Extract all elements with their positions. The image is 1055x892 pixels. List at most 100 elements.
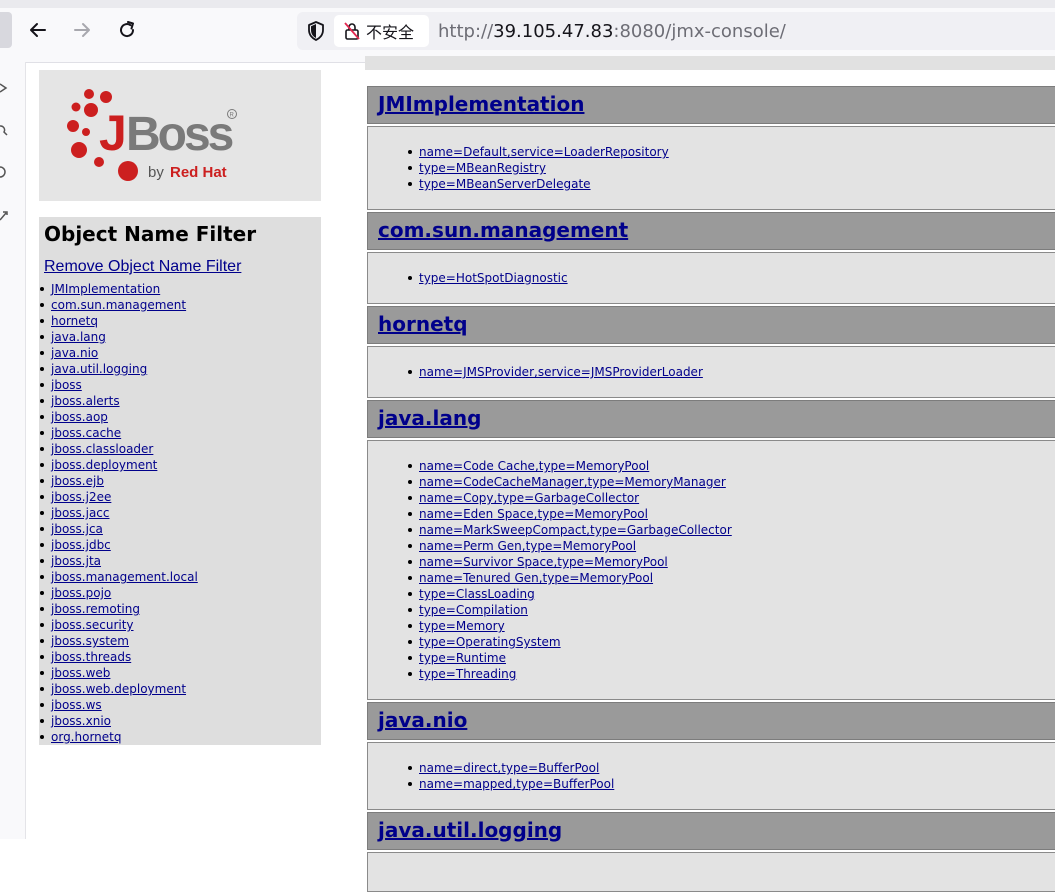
domain-filter-link[interactable]: jboss.jdbc xyxy=(51,538,111,552)
mbean-link[interactable]: name=Copy,type=GarbageCollector xyxy=(419,491,639,505)
domain-filter-link[interactable]: jboss.xnio xyxy=(51,714,111,728)
forward-button[interactable] xyxy=(66,14,98,46)
mbean-link[interactable]: name=mapped,type=BufferPool xyxy=(419,777,614,791)
domain-section-title[interactable]: java.nio xyxy=(378,708,467,732)
domain-section-header: com.sun.management xyxy=(367,212,1055,250)
domain-filter-link[interactable]: jboss.web.deployment xyxy=(51,682,186,696)
domain-filter-item: org.hornetq xyxy=(40,729,198,745)
domain-filter-item: jboss.ws xyxy=(40,697,198,713)
mbean-link[interactable]: name=Survivor Space,type=MemoryPool xyxy=(419,555,668,569)
domain-filter-link[interactable]: jboss.security xyxy=(51,618,134,632)
domain-section: JMImplementation name=Default,service=Loa… xyxy=(367,86,1055,210)
domain-filter-item: jboss.j2ee xyxy=(40,489,198,505)
mbean-link[interactable]: name=MarkSweepCompact,type=GarbageCollec… xyxy=(419,523,732,537)
svg-text:J: J xyxy=(99,105,124,161)
mbean-link[interactable]: type=HotSpotDiagnostic xyxy=(419,271,568,285)
domain-filter-item: jboss.remoting xyxy=(40,601,198,617)
mbean-link[interactable]: name=Perm Gen,type=MemoryPool xyxy=(419,539,636,553)
domain-section-title[interactable]: java.lang xyxy=(378,406,481,430)
domain-filter-link[interactable]: jboss.web xyxy=(51,666,110,680)
domain-section: hornetq name=JMSProvider,service=JMSProvi… xyxy=(367,306,1055,398)
mbean-item: name=CodeCacheManager,type=MemoryManager xyxy=(408,474,732,490)
domain-section-title[interactable]: com.sun.management xyxy=(378,218,628,242)
mbean-link[interactable]: name=CodeCacheManager,type=MemoryManager xyxy=(419,475,726,489)
domain-filter-link[interactable]: jboss.classloader xyxy=(51,442,153,456)
domain-filter-item: jboss.jdbc xyxy=(40,537,198,553)
domain-section-title[interactable]: JMImplementation xyxy=(378,92,584,116)
mbean-item: name=Code Cache,type=MemoryPool xyxy=(408,458,732,474)
url-text[interactable]: http://39.105.47.83:8080/jmx-console/ xyxy=(438,21,786,42)
domain-filter-item: jboss.web xyxy=(40,665,198,681)
arrow-left-icon xyxy=(30,23,46,37)
domain-filter-item: jboss.cache xyxy=(40,425,198,441)
domain-filter-link[interactable]: jboss.j2ee xyxy=(51,490,111,504)
domain-filter-link[interactable]: jboss.jacc xyxy=(51,506,110,520)
mbean-link[interactable]: type=Threading xyxy=(419,667,516,681)
mbean-link[interactable]: type=Compilation xyxy=(419,603,528,617)
domain-filter-link[interactable]: jboss.aop xyxy=(51,410,108,424)
domain-filter-link[interactable]: java.util.logging xyxy=(51,362,147,376)
mbean-link[interactable]: type=Runtime xyxy=(419,651,506,665)
domain-filter-link[interactable]: org.hornetq xyxy=(51,730,121,744)
domain-filter-link[interactable]: jboss.management.local xyxy=(51,570,198,584)
domain-filter-link[interactable]: jboss.pojo xyxy=(51,586,111,600)
mbean-link[interactable]: type=ClassLoading xyxy=(419,587,535,601)
domain-filter-item: jboss.deployment xyxy=(40,457,198,473)
domain-filter-link[interactable]: jboss.threads xyxy=(51,650,131,664)
domain-filter-link[interactable]: jboss.alerts xyxy=(51,394,120,408)
mbean-item: type=MBeanServerDelegate xyxy=(408,176,669,192)
mbean-link[interactable]: type=Memory xyxy=(419,619,505,633)
domain-section: java.lang name=Code Cache,type=MemoryPool… xyxy=(367,400,1055,700)
reload-button[interactable] xyxy=(111,14,143,46)
mbean-link[interactable]: name=Default,service=LoaderRepository xyxy=(419,145,669,159)
domain-filter-link[interactable]: java.nio xyxy=(51,346,98,360)
domain-filter-link[interactable]: JMImplementation xyxy=(51,282,160,296)
domain-section-body: name=Default,service=LoaderRepository typ… xyxy=(367,126,1055,210)
mbean-link[interactable]: name=direct,type=BufferPool xyxy=(419,761,599,775)
shield-icon[interactable] xyxy=(304,19,328,43)
remove-filter-link[interactable]: Remove Object Name Filter xyxy=(44,258,241,276)
mbean-link[interactable]: type=OperatingSystem xyxy=(419,635,561,649)
domain-filter-link[interactable]: java.lang xyxy=(51,330,106,344)
mbean-item: name=Copy,type=GarbageCollector xyxy=(408,490,732,506)
url-path: :8080/jmx-console/ xyxy=(613,21,786,42)
mbean-link[interactable]: type=MBeanServerDelegate xyxy=(419,177,591,191)
domain-filter-link[interactable]: jboss.deployment xyxy=(51,458,157,472)
mbean-link[interactable]: name=Tenured Gen,type=MemoryPool xyxy=(419,571,653,585)
domain-filter-link[interactable]: jboss.ejb xyxy=(51,474,104,488)
domain-filter-link[interactable]: jboss.remoting xyxy=(51,602,140,616)
sidebar-arrow-icon[interactable] xyxy=(0,82,8,94)
domain-filter-link[interactable]: jboss.jca xyxy=(51,522,103,536)
domain-section-header: java.nio xyxy=(367,702,1055,740)
sidebar-tools-icon[interactable] xyxy=(0,210,8,222)
site-security-button[interactable]: 不安全 xyxy=(334,15,429,47)
domain-filter-item: jboss.jca xyxy=(40,521,198,537)
domain-section-title[interactable]: hornetq xyxy=(378,312,468,336)
domain-filter-link[interactable]: com.sun.management xyxy=(51,298,186,312)
address-bar[interactable]: 不安全 http://39.105.47.83:8080/jmx-console… xyxy=(297,12,1055,50)
domain-section-body: name=JMSProvider,service=JMSProviderLoad… xyxy=(367,346,1055,398)
domain-filter-link[interactable]: jboss.system xyxy=(51,634,129,648)
reload-icon xyxy=(120,21,135,38)
domain-section-title[interactable]: java.util.logging xyxy=(378,818,562,842)
mbean-item: name=Eden Space,type=MemoryPool xyxy=(408,506,732,522)
domain-filter-link[interactable]: hornetq xyxy=(51,314,98,328)
back-button[interactable] xyxy=(22,14,54,46)
domain-filter-link[interactable]: jboss.cache xyxy=(51,426,121,440)
mbean-item: name=JMSProvider,service=JMSProviderLoad… xyxy=(408,364,703,380)
mbean-item: type=Runtime xyxy=(408,650,732,666)
domain-filter-link[interactable]: jboss.jta xyxy=(51,554,101,568)
arrow-right-icon xyxy=(74,23,90,37)
mbean-link[interactable]: name=JMSProvider,service=JMSProviderLoad… xyxy=(419,365,703,379)
sidebar-search-icon[interactable] xyxy=(0,124,8,136)
left-panel: J Boss R by Red Hat Object Name Filter R… xyxy=(39,70,321,745)
mbean-link[interactable]: type=MBeanRegistry xyxy=(419,161,546,175)
mbean-link[interactable]: name=Code Cache,type=MemoryPool xyxy=(419,459,649,473)
domain-filter-link[interactable]: jboss xyxy=(51,378,82,392)
mbean-item: type=Threading xyxy=(408,666,732,682)
domain-filter-link[interactable]: jboss.ws xyxy=(51,698,102,712)
mbean-list: name=JMSProvider,service=JMSProviderLoad… xyxy=(408,364,703,380)
sidebar-history-icon[interactable] xyxy=(0,166,8,178)
domain-filter-item: jboss.aop xyxy=(40,409,198,425)
mbean-link[interactable]: name=Eden Space,type=MemoryPool xyxy=(419,507,648,521)
